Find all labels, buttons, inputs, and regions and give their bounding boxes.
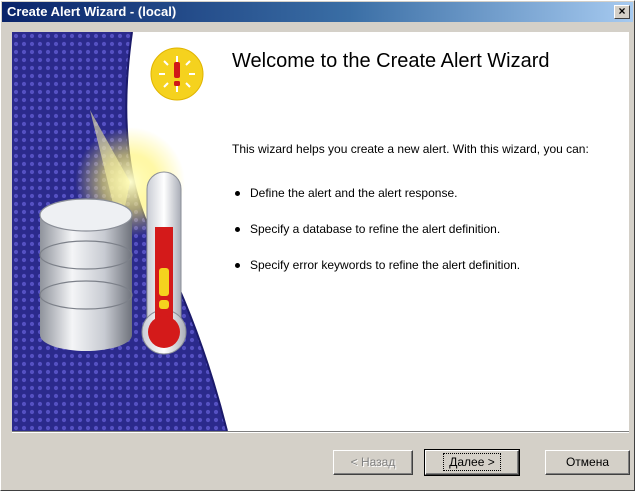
next-button-label: Далее > — [443, 453, 501, 471]
list-item-text: Specify error keywords to refine the ale… — [250, 258, 521, 272]
list-item-text: Specify a database to refine the alert d… — [250, 222, 501, 236]
feature-list: Define the alert and the alert response.… — [232, 186, 622, 294]
back-button[interactable]: < Назад — [333, 450, 413, 475]
wizard-content: Welcome to the Create Alert Wizard This … — [12, 32, 629, 431]
page-title: Welcome to the Create Alert Wizard — [232, 50, 550, 72]
exclamation-sun-icon — [150, 47, 204, 101]
footer-divider — [12, 431, 629, 433]
next-button[interactable]: Далее > — [424, 449, 520, 476]
intro-text: This wizard helps you create a new alert… — [232, 142, 589, 156]
cancel-button[interactable]: Отмена — [545, 450, 630, 475]
window-title: Create Alert Wizard - (local) — [7, 4, 177, 19]
title-bar[interactable]: Create Alert Wizard - (local) × — [2, 2, 633, 22]
bullet-icon — [235, 191, 240, 196]
bullet-icon — [235, 263, 240, 268]
list-item-text: Define the alert and the alert response. — [250, 186, 458, 200]
list-item: Define the alert and the alert response. — [232, 186, 622, 222]
close-icon: × — [618, 4, 626, 18]
list-item: Specify error keywords to refine the ale… — [232, 258, 622, 294]
list-item: Specify a database to refine the alert d… — [232, 222, 622, 258]
database-thermometer-alert-icon — [12, 32, 228, 431]
bullet-icon — [235, 227, 240, 232]
wizard-window: Create Alert Wizard - (local) × Welcome … — [0, 0, 635, 491]
close-button[interactable]: × — [614, 5, 630, 19]
